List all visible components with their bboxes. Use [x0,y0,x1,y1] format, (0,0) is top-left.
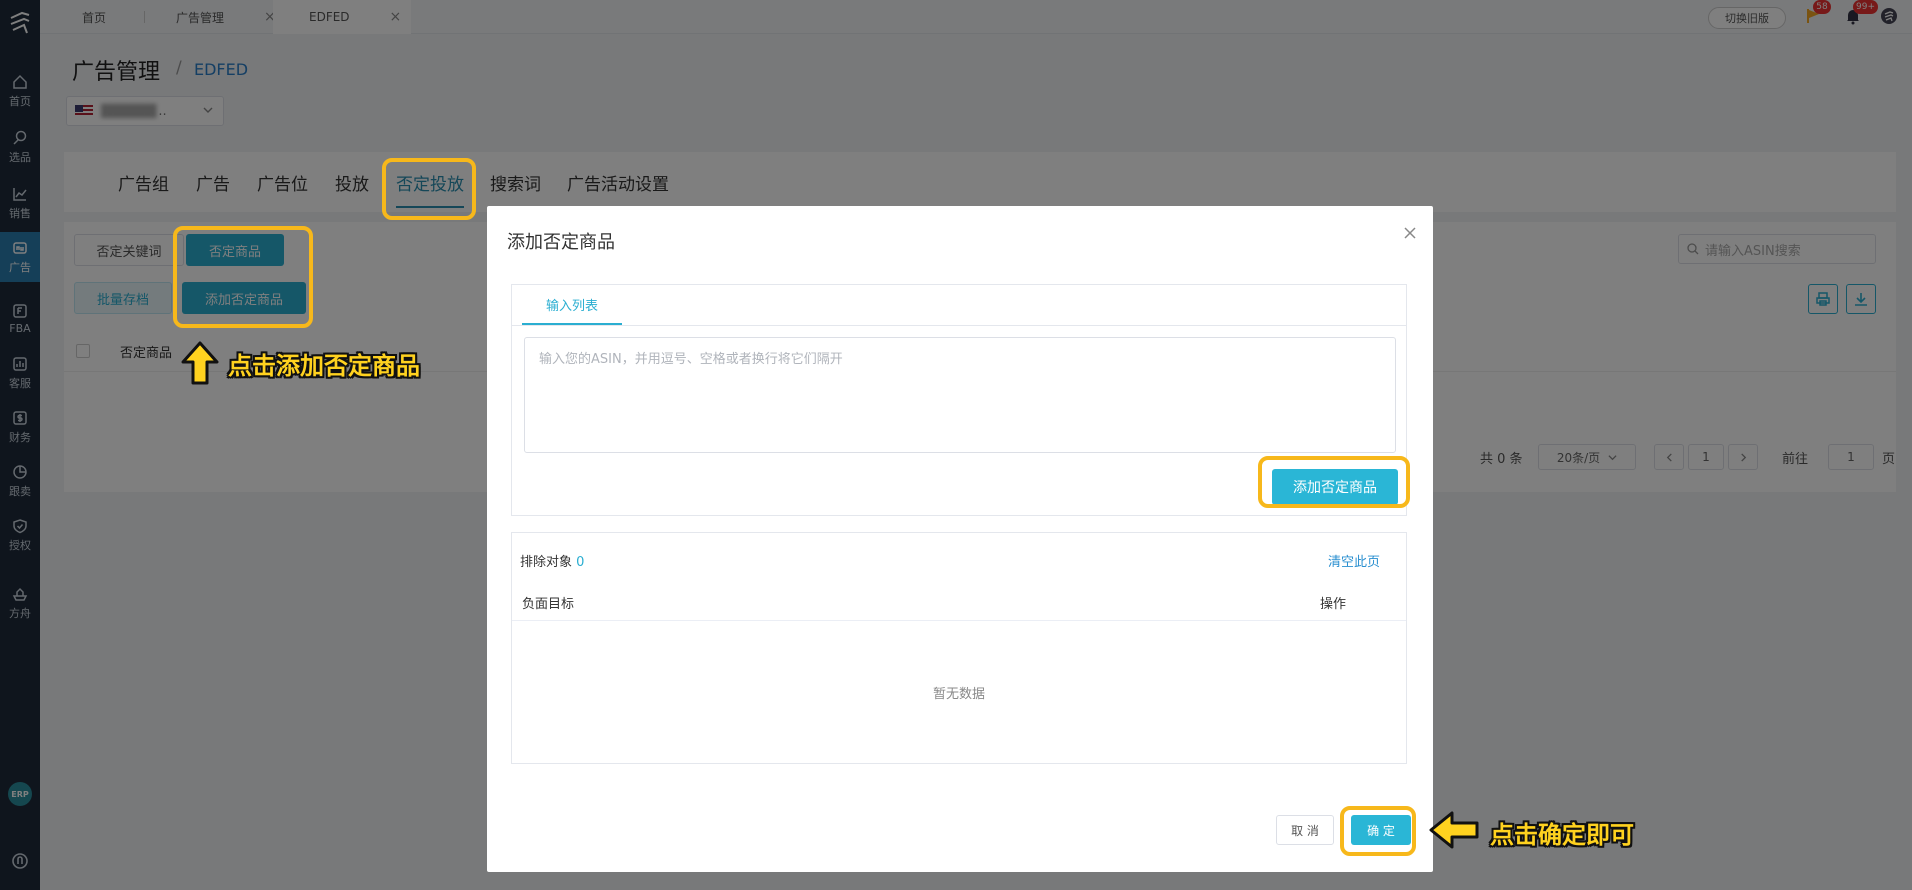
arrow-left-icon [1429,811,1479,849]
excluded-targets-panel: 排除对象 0 清空此页 负面目标 操作 暂无数据 [511,532,1407,764]
clear-page-link[interactable]: 清空此页 [1328,551,1380,570]
close-icon[interactable] [1403,226,1417,240]
excluded-table-header: 负面目标 操作 [512,581,1406,621]
highlight-negative-targeting-tab [382,158,476,220]
tab-divider [512,325,1406,326]
empty-state: 暂无数据 [932,687,985,702]
highlight-negative-product-buttons [173,226,313,328]
excluded-label: 排除对象 0 [520,551,584,570]
arrow-up-icon [181,341,219,385]
column-action: 操作 [1319,597,1346,612]
dialog-title: 添加否定商品 [507,232,615,253]
column-negative-target: 负面目标 [522,597,575,612]
excluded-count: 0 [576,555,585,570]
callout-click-confirm: 点击确定即可 [1490,821,1634,849]
cancel-button[interactable]: 取 消 [1276,815,1334,845]
highlight-add-submit [1258,456,1410,508]
excluded-label-text: 排除对象 [520,555,573,570]
add-negative-product-dialog: 添加否定商品 输入列表 添加否定商品 排除对象 0 清空此页 负面目标 操作 暂… [487,206,1433,872]
asin-textarea[interactable] [524,337,1396,453]
callout-click-add: 点击添加否定商品 [228,352,420,380]
highlight-confirm-button [1340,806,1416,856]
tab-input-list[interactable]: 输入列表 [522,285,622,325]
